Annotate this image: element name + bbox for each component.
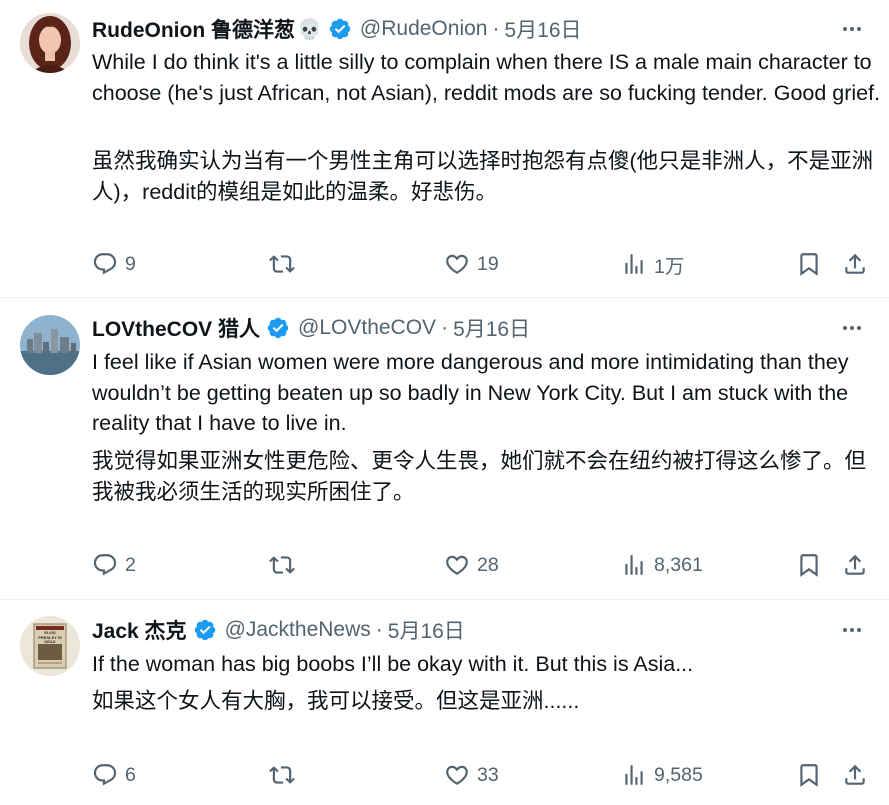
reply-icon	[93, 253, 117, 275]
like-count: 33	[477, 763, 499, 786]
avatar[interactable]	[20, 315, 80, 375]
avatar-caption: ELVIS PRESLEY IS DEAD	[38, 630, 62, 644]
like-button[interactable]: 28	[444, 547, 499, 583]
handle[interactable]: @RudeOnion	[360, 17, 488, 41]
verified-badge-icon	[267, 317, 289, 339]
share-button[interactable]	[842, 757, 868, 793]
bookmark-icon	[800, 764, 818, 787]
reply-icon	[93, 764, 117, 786]
display-name[interactable]: LOVtheCOV 猎人	[92, 313, 260, 343]
tweet-header: RudeOnion 鲁德洋葱 💀 @RudeOnion · 5月16日	[92, 14, 809, 44]
tweet-text: While I do think it's a little silly to …	[92, 50, 881, 105]
handle[interactable]: @LOVtheCOV	[298, 316, 436, 340]
action-bar: 6 33 9,585	[92, 757, 889, 793]
display-name[interactable]: RudeOnion 鲁德洋葱	[92, 14, 295, 44]
retweet-button[interactable]	[269, 246, 302, 282]
verified-badge-icon	[329, 18, 351, 40]
tweet-header: LOVtheCOV 猎人 @LOVtheCOV · 5月16日	[92, 313, 809, 343]
reply-button[interactable]: 2	[92, 547, 136, 583]
retweet-icon	[269, 766, 295, 784]
share-button[interactable]	[842, 246, 868, 282]
handle[interactable]: @JacktheNews	[225, 618, 371, 642]
reply-button[interactable]: 6	[92, 757, 136, 793]
bookmark-button[interactable]	[796, 246, 822, 282]
tweet[interactable]: LOVtheCOV 猎人 @LOVtheCOV · 5月16日 I feel l…	[0, 298, 889, 600]
view-count: 8,361	[654, 553, 703, 576]
more-icon[interactable]	[837, 14, 867, 44]
views-button[interactable]: 8,361	[621, 547, 703, 583]
separator-dot: ·	[492, 17, 500, 40]
like-icon	[446, 254, 468, 274]
reply-count: 6	[125, 763, 136, 786]
action-bar: 2 28 8,361	[92, 547, 889, 583]
reply-button[interactable]: 9	[92, 246, 136, 282]
avatar[interactable]: ELVIS PRESLEY IS DEAD	[20, 616, 80, 676]
retweet-button[interactable]	[269, 547, 302, 583]
action-bar: 9 19 1万	[92, 246, 889, 282]
tweet-translation: 如果这个女人有大胸，我可以接受。但这是亚洲......	[92, 689, 580, 713]
like-icon	[446, 765, 468, 785]
share-icon	[845, 764, 865, 785]
views-icon	[625, 765, 643, 785]
tweet[interactable]: RudeOnion 鲁德洋葱 💀 @RudeOnion · 5月16日 Whil…	[0, 0, 889, 298]
like-count: 28	[477, 553, 499, 576]
bookmark-button[interactable]	[796, 757, 822, 793]
view-count: 1万	[654, 255, 685, 278]
share-icon	[845, 253, 865, 274]
avatar[interactable]	[20, 13, 80, 73]
retweet-icon	[269, 255, 295, 273]
bookmark-button[interactable]	[796, 547, 822, 583]
more-icon[interactable]	[837, 615, 867, 645]
reply-icon	[93, 554, 117, 576]
separator-dot: ·	[441, 316, 449, 339]
more-icon[interactable]	[837, 313, 867, 343]
tweet-text: If the woman has big boobs I’ll be okay …	[92, 652, 694, 676]
share-button[interactable]	[842, 547, 868, 583]
tweet-translation: 虽然我确实认为当有一个男性主角可以选择时抱怨有点傻(他只是非洲人，不是亚洲人)，…	[92, 149, 874, 204]
bookmark-icon	[800, 554, 818, 577]
views-icon	[625, 254, 643, 274]
reply-count: 2	[125, 553, 136, 576]
like-count: 19	[477, 252, 499, 275]
views-button[interactable]: 1万	[621, 246, 684, 282]
retweet-button[interactable]	[269, 757, 302, 793]
retweet-icon	[269, 556, 295, 574]
tweet-text: I feel like if Asian women were more dan…	[92, 350, 849, 435]
views-button[interactable]: 9,585	[621, 757, 703, 793]
bookmark-icon	[800, 253, 818, 276]
timestamp[interactable]: 5月16日	[504, 14, 581, 44]
tweet-header: Jack 杰克 @JacktheNews · 5月16日	[92, 615, 809, 645]
skull-emoji: 💀	[297, 18, 322, 41]
like-button[interactable]: 33	[444, 757, 499, 793]
tweet-translation: 我觉得如果亚洲女性更危险、更令人生畏，她们就不会在纽约被打得这么惨了。但我被我必…	[92, 449, 867, 504]
views-icon	[625, 555, 643, 575]
separator-dot: ·	[375, 618, 383, 641]
verified-badge-icon	[194, 619, 215, 641]
timestamp[interactable]: 5月16日	[388, 615, 465, 645]
like-icon	[446, 555, 468, 575]
display-name[interactable]: Jack 杰克	[92, 615, 187, 645]
tweet[interactable]: ELVIS PRESLEY IS DEAD Jack 杰克 @JacktheNe…	[0, 600, 889, 805]
view-count: 9,585	[654, 763, 703, 786]
like-button[interactable]: 19	[444, 246, 499, 282]
timestamp[interactable]: 5月16日	[453, 313, 530, 343]
reply-count: 9	[125, 252, 136, 275]
share-icon	[845, 554, 865, 575]
